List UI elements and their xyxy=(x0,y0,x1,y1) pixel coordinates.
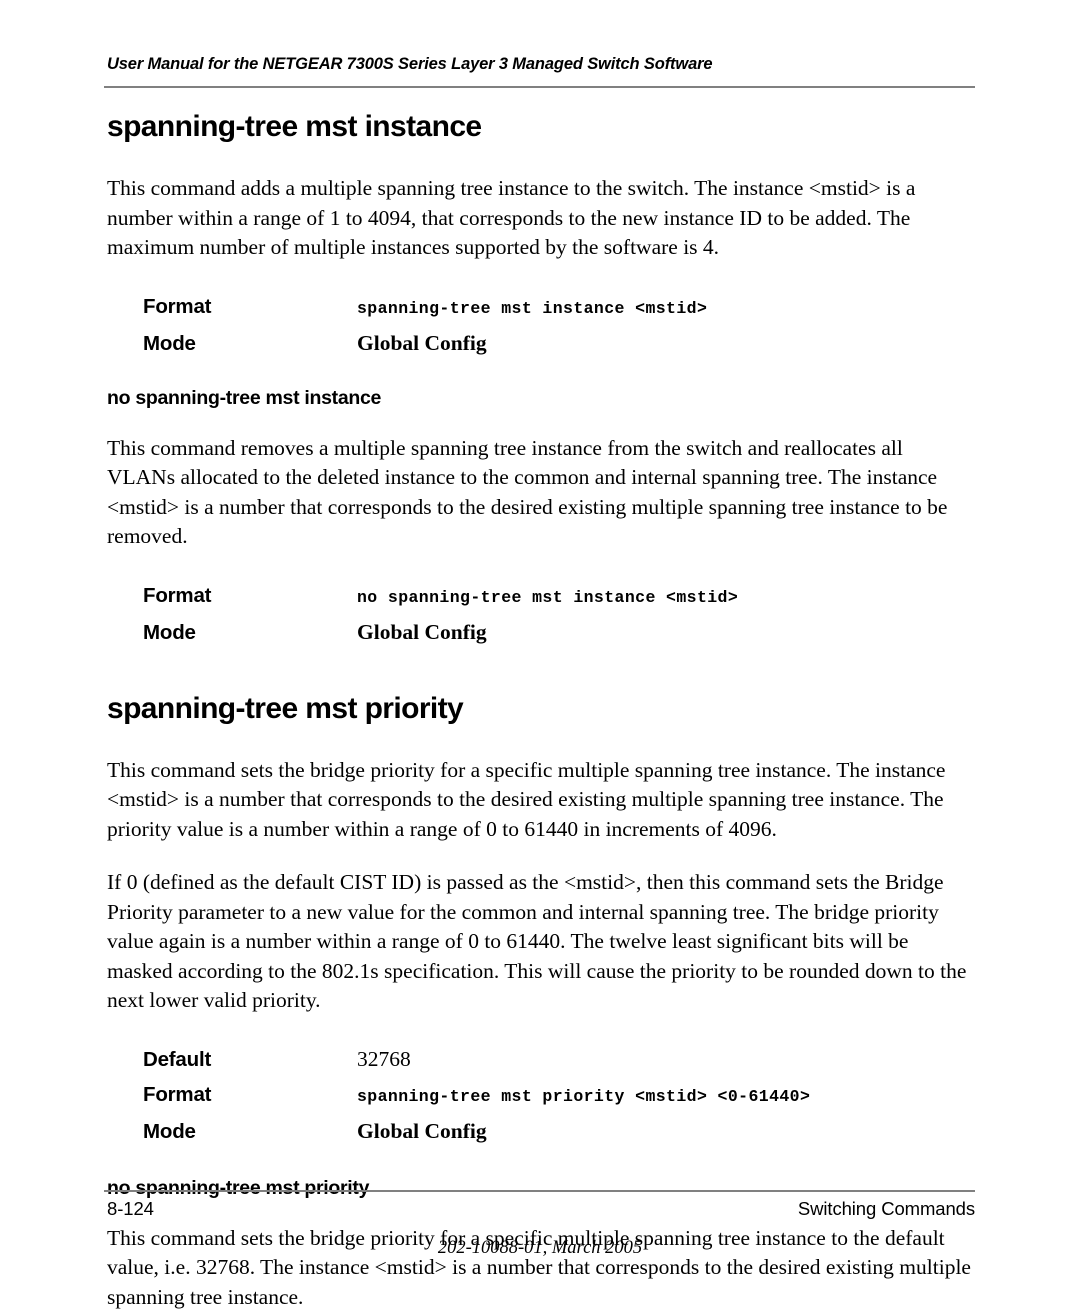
spacer xyxy=(107,1016,975,1042)
definition-value-format: no spanning-tree mst instance <mstid> xyxy=(357,580,975,615)
section-title-spanning-tree-mst-instance: spanning-tree mst instance xyxy=(107,110,975,144)
page-content: spanning-tree mst instance This command … xyxy=(107,110,975,1312)
spacer xyxy=(107,361,975,387)
definition-row: Mode Global Config xyxy=(107,326,975,361)
definition-label-default: Default xyxy=(107,1042,357,1077)
footer-chapter-title: Switching Commands xyxy=(798,1198,975,1220)
definition-table-priority: Default 32768 Format spanning-tree mst p… xyxy=(107,1042,975,1149)
subsection-title-no-spanning-tree-mst-priority: no spanning-tree mst priority xyxy=(107,1177,975,1200)
definition-value-format: spanning-tree mst instance <mstid> xyxy=(357,291,975,326)
definition-row: Mode Global Config xyxy=(107,615,975,650)
definition-row: Format spanning-tree mst priority <mstid… xyxy=(107,1077,975,1114)
subsection-title-no-spanning-tree-mst-instance: no spanning-tree mst instance xyxy=(107,387,975,410)
definition-row: Default 32768 xyxy=(107,1042,975,1077)
subsection-paragraph-no-instance: This command removes a multiple spanning… xyxy=(107,434,975,552)
definition-label-format: Format xyxy=(107,289,357,324)
footer-page-number: 8-124 xyxy=(107,1198,154,1220)
spacer xyxy=(107,552,975,578)
section-paragraph-instance: This command adds a multiple spanning tr… xyxy=(107,174,975,263)
subsection-paragraph-no-priority: This command sets the bridge priority fo… xyxy=(107,1224,975,1312)
running-header-title: User Manual for the NETGEAR 7300S Series… xyxy=(107,55,975,74)
definition-row: Format no spanning-tree mst instance <ms… xyxy=(107,578,975,615)
definition-label-mode: Mode xyxy=(107,615,357,650)
section-paragraph-priority: This command sets the bridge priority fo… xyxy=(107,756,975,845)
section-title-spanning-tree-mst-priority: spanning-tree mst priority xyxy=(107,692,975,726)
spacer xyxy=(107,650,975,692)
definition-value-default: 32768 xyxy=(357,1042,975,1077)
definition-row: Format spanning-tree mst instance <mstid… xyxy=(107,289,975,326)
section-paragraph-priority-2: If 0 (defined as the default CIST ID) is… xyxy=(107,868,975,1016)
definition-label-mode: Mode xyxy=(107,326,357,361)
definition-value-mode: Global Config xyxy=(357,615,975,650)
footer-divider-rule xyxy=(104,1190,975,1192)
spacer xyxy=(107,844,975,868)
definition-table-instance: Format spanning-tree mst instance <mstid… xyxy=(107,289,975,361)
definition-label-format: Format xyxy=(107,1077,357,1112)
spacer xyxy=(107,263,975,289)
definition-table-no-instance: Format no spanning-tree mst instance <ms… xyxy=(107,578,975,650)
definition-row: Mode Global Config xyxy=(107,1114,975,1149)
definition-label-format: Format xyxy=(107,578,357,613)
spacer xyxy=(107,726,975,756)
spacer xyxy=(107,1149,975,1177)
definition-value-format: spanning-tree mst priority <mstid> <0-61… xyxy=(357,1079,975,1114)
spacer xyxy=(107,410,975,434)
footer-document-id: 202-10088-01, March 2005 xyxy=(0,1238,1080,1259)
definition-label-mode: Mode xyxy=(107,1114,357,1149)
spacer xyxy=(107,144,975,174)
header-divider-rule xyxy=(104,86,975,88)
definition-value-mode: Global Config xyxy=(357,1114,975,1149)
page-footer: 8-124 Switching Commands xyxy=(107,1198,975,1220)
manual-page: User Manual for the NETGEAR 7300S Series… xyxy=(0,0,1080,1296)
definition-value-mode: Global Config xyxy=(357,326,975,361)
